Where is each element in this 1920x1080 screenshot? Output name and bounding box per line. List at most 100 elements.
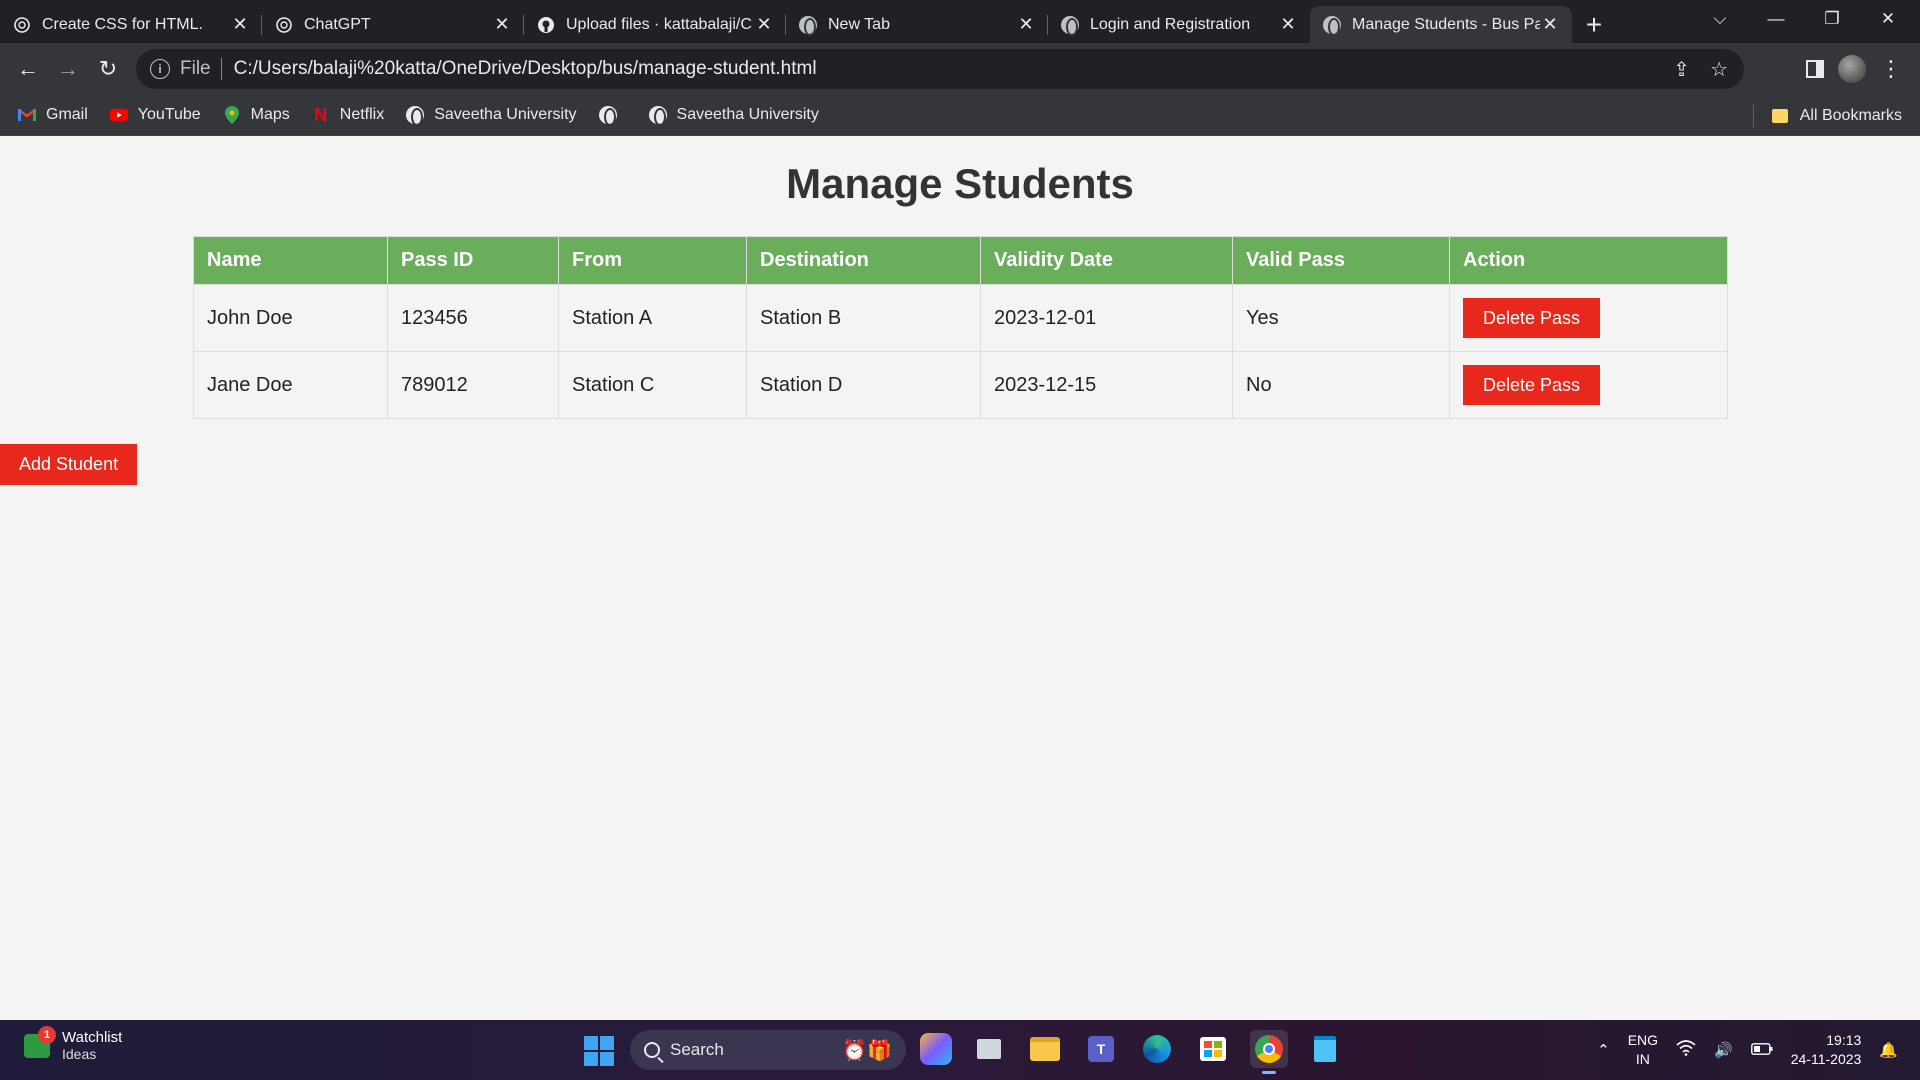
page-content: Manage Students Name Pass ID From Destin… — [0, 136, 1920, 1020]
tab-title: Manage Students - Bus Pa — [1352, 15, 1540, 33]
tab-search-chevron-icon[interactable]: ⌵ — [1692, 0, 1748, 38]
delete-pass-button[interactable]: Delete Pass — [1463, 298, 1601, 338]
language-indicator[interactable]: ENG IN — [1628, 1031, 1658, 1069]
tab-login-registration[interactable]: Login and Registration ✕ — [1048, 6, 1310, 43]
youtube-icon — [109, 106, 128, 124]
bookmark-maps[interactable]: Maps — [223, 106, 290, 124]
tab-create-css[interactable]: Create CSS for HTML. ✕ — [0, 6, 262, 43]
address-bar[interactable]: i File C:/Users/balaji%20katta/OneDrive/… — [136, 49, 1744, 89]
bookmark-star-icon[interactable]: ☆ — [1710, 57, 1728, 82]
widget-title: Watchlist — [62, 1029, 123, 1046]
cell-from: Station A — [558, 284, 747, 352]
tab-new-tab[interactable]: New Tab ✕ — [786, 6, 1048, 43]
notepad-icon[interactable] — [1306, 1030, 1344, 1068]
edge-icon[interactable] — [1138, 1030, 1176, 1068]
tab-title: Login and Registration — [1090, 15, 1251, 33]
gmail-icon — [18, 106, 36, 124]
cell-pass-id: 123456 — [387, 284, 559, 352]
maps-icon — [223, 106, 241, 124]
search-label: Search — [670, 1040, 724, 1059]
delete-pass-button[interactable]: Delete Pass — [1463, 365, 1601, 405]
copilot-icon[interactable] — [920, 1033, 952, 1065]
bookmark-saveetha-2[interactable]: Saveetha University — [648, 106, 819, 126]
bookmark-netflix[interactable]: N Netflix — [312, 104, 384, 125]
task-view-icon[interactable] — [970, 1030, 1008, 1068]
clock[interactable]: 19:13 24-11-2023 — [1791, 1031, 1862, 1069]
bookmark-youtube[interactable]: YouTube — [109, 106, 201, 124]
bookmark-saveetha-1[interactable]: Saveetha University — [406, 106, 577, 126]
battery-icon[interactable] — [1750, 1042, 1773, 1059]
cell-validity-date: 2023-12-15 — [980, 351, 1233, 419]
side-panel-icon[interactable] — [1806, 60, 1824, 78]
column-header-name: Name — [193, 236, 388, 285]
close-tab-icon[interactable]: ✕ — [1278, 14, 1298, 35]
minimize-icon[interactable]: — — [1748, 0, 1804, 38]
watchlist-widget[interactable]: 1 Watchlist Ideas — [24, 1025, 123, 1062]
close-tab-icon[interactable]: ✕ — [1016, 14, 1036, 35]
teams-icon[interactable]: T — [1082, 1030, 1120, 1068]
stocks-icon: 1 — [24, 1025, 56, 1058]
restore-icon[interactable]: ❐ — [1804, 0, 1860, 38]
cell-from: Station C — [558, 351, 747, 419]
search-icon — [644, 1042, 660, 1058]
table-row: John Doe 123456 Station A Station B 2023… — [193, 284, 1728, 352]
forward-arrow-icon[interactable]: → — [48, 49, 88, 89]
add-student-button[interactable]: Add Student — [0, 444, 138, 485]
taskbar: 1 Watchlist Ideas Search ⏰🎁 T ⌃ ENG IN � — [0, 1020, 1920, 1080]
bookmark-gmail[interactable]: Gmail — [18, 106, 88, 124]
wifi-icon[interactable] — [1676, 1040, 1696, 1060]
close-tab-icon[interactable]: ✕ — [230, 14, 250, 35]
profile-avatar[interactable] — [1838, 55, 1866, 83]
close-tab-icon[interactable]: ✕ — [754, 14, 774, 35]
column-header-validity-date: Validity Date — [980, 236, 1233, 285]
globe-icon — [1060, 15, 1080, 36]
back-arrow-icon[interactable]: ← — [8, 49, 48, 89]
cell-destination: Station B — [746, 284, 981, 352]
bookmarks-bar: Gmail YouTube Maps N Netflix Saveetha Un… — [0, 95, 1920, 136]
tab-upload-files[interactable]: Upload files · kattabalaji/C ✕ — [524, 6, 786, 43]
clock-time: 19:13 — [1826, 1032, 1862, 1048]
browser-toolbar: ← → ↻ i File C:/Users/balaji%20katta/One… — [0, 43, 1920, 95]
menu-kebab-icon[interactable]: ⋮ — [1880, 56, 1902, 82]
cell-destination: Station D — [746, 351, 981, 419]
windows-start-icon[interactable] — [584, 1036, 614, 1066]
cell-action: Delete Pass — [1449, 351, 1728, 419]
tab-title: New Tab — [828, 15, 890, 33]
folder-icon — [1771, 108, 1788, 123]
tab-title: Create CSS for HTML. — [42, 15, 203, 33]
tab-chatgpt[interactable]: ChatGPT ✕ — [262, 6, 524, 43]
close-tab-icon[interactable]: ✕ — [1540, 14, 1560, 35]
microsoft-store-icon[interactable] — [1194, 1030, 1232, 1068]
globe-icon — [406, 106, 425, 126]
cell-valid-pass: No — [1232, 351, 1450, 419]
all-bookmarks[interactable]: All Bookmarks — [1752, 95, 1902, 136]
tab-manage-students[interactable]: Manage Students - Bus Pa ✕ — [1310, 6, 1572, 43]
new-tab-button[interactable]: + — [1572, 6, 1616, 43]
widget-subtitle: Ideas — [62, 1046, 97, 1062]
close-tab-icon[interactable]: ✕ — [492, 14, 512, 35]
page-title: Manage Students — [786, 160, 1134, 207]
address-scheme: File — [180, 58, 211, 79]
students-table: Name Pass ID From Destination Validity D… — [193, 236, 1728, 419]
cell-action: Delete Pass — [1449, 284, 1728, 352]
table-row: Jane Doe 789012 Station C Station D 2023… — [193, 351, 1728, 419]
share-icon[interactable]: ⇪ — [1673, 57, 1690, 82]
taskbar-search[interactable]: Search ⏰🎁 — [630, 1030, 906, 1070]
chatgpt-icon — [12, 15, 32, 35]
chevron-up-icon[interactable]: ⌃ — [1597, 1041, 1610, 1059]
notification-badge: 1 — [38, 1025, 56, 1044]
file-explorer-icon[interactable] — [1026, 1030, 1064, 1068]
clock-date: 24-11-2023 — [1790, 1051, 1862, 1067]
table-header-row: Name Pass ID From Destination Validity D… — [193, 236, 1728, 285]
volume-icon[interactable]: 🔊 — [1714, 1041, 1733, 1059]
info-icon[interactable]: i — [150, 59, 170, 79]
close-window-icon[interactable]: ✕ — [1860, 0, 1916, 38]
bookmark-globe[interactable] — [598, 106, 627, 126]
globe-icon — [648, 106, 667, 126]
chrome-icon[interactable] — [1250, 1030, 1288, 1074]
chatgpt-icon — [274, 15, 294, 35]
notification-bell-icon[interactable]: 🔔 — [1879, 1041, 1898, 1059]
reload-icon[interactable]: ↻ — [88, 49, 128, 89]
netflix-icon: N — [314, 104, 328, 125]
address-url[interactable]: C:/Users/balaji%20katta/OneDrive/Desktop… — [234, 58, 817, 80]
